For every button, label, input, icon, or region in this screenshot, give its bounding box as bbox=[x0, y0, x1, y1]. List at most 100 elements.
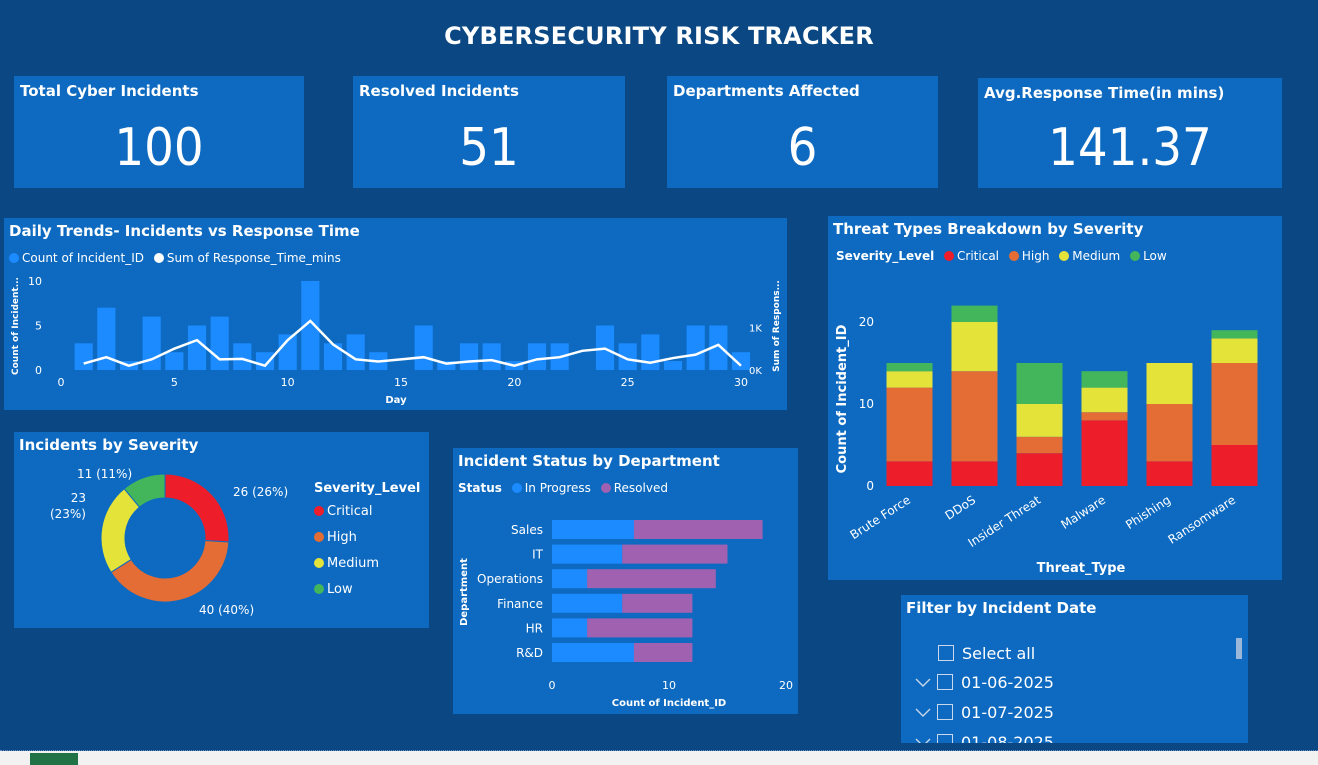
bar-segment bbox=[1146, 363, 1193, 404]
legend-swatch bbox=[314, 532, 324, 542]
slicer-scrollbar[interactable] bbox=[1236, 638, 1242, 659]
slicer-item-select-all[interactable]: Select all bbox=[938, 644, 1035, 664]
bar-segment bbox=[622, 593, 693, 613]
bar-segment bbox=[1211, 338, 1258, 363]
x-tick-label: DDoS bbox=[942, 493, 978, 523]
daily-trends-chart[interactable]: Daily Trends- Incidents vs Response Time… bbox=[4, 218, 787, 410]
y-tick-label: 5 bbox=[35, 320, 42, 333]
bar-segment bbox=[622, 544, 728, 564]
x-tick-label: 0 bbox=[549, 679, 556, 692]
legend-label: Medium bbox=[327, 556, 379, 571]
bar-segment bbox=[552, 618, 588, 638]
legend-item[interactable]: High bbox=[314, 525, 420, 551]
checkbox[interactable] bbox=[937, 674, 953, 690]
checkbox[interactable] bbox=[937, 734, 953, 743]
y-axis-title: Count of Incident_ID bbox=[835, 324, 850, 473]
x-axis-title: Threat_Type bbox=[1037, 561, 1126, 576]
incident-date-slicer[interactable]: Filter by Incident Date Select all 01-06… bbox=[901, 595, 1248, 743]
bar-segment bbox=[1016, 436, 1063, 454]
bar-segment bbox=[1146, 404, 1193, 462]
bar-segment bbox=[1016, 363, 1063, 404]
daily-trends-plot: 0 5 10 15 20 25 30 0 5 10 0K 1K Day Count of Incident… bbox=[11, 275, 782, 406]
legend-swatch bbox=[314, 506, 324, 516]
data-label: 26 (26%) bbox=[233, 485, 288, 499]
bar-segment bbox=[587, 569, 716, 589]
kpi-label: Departments Affected bbox=[673, 82, 860, 100]
bar-segment bbox=[1146, 461, 1193, 486]
checkbox[interactable] bbox=[937, 704, 953, 720]
y-tick-label: Finance bbox=[497, 597, 543, 611]
chevron-down-icon[interactable] bbox=[915, 703, 931, 722]
bar-segment bbox=[587, 618, 693, 638]
kpi-value: 141.37 bbox=[1048, 118, 1212, 178]
kpi-card-resolved-incidents[interactable]: Resolved Incidents 51 bbox=[353, 76, 625, 188]
data-label: 23 bbox=[71, 491, 86, 505]
x-tick-label: Phishing bbox=[1123, 493, 1173, 532]
slicer-item-date[interactable]: 01-08-2025 bbox=[915, 733, 1054, 743]
y-tick-label: IT bbox=[532, 548, 544, 562]
bar-segment bbox=[552, 643, 634, 662]
bar bbox=[346, 334, 365, 370]
y-tick-label: Operations bbox=[477, 572, 543, 586]
legend-item[interactable]: Critical bbox=[314, 499, 420, 525]
status-by-department-plot: Sales IT Operations Finance HR R&D 0 10 20 Count … bbox=[459, 520, 793, 709]
bar bbox=[459, 343, 479, 370]
kpi-value: 100 bbox=[114, 118, 204, 178]
y-tick-label: 10 bbox=[28, 275, 42, 288]
bar-segment bbox=[1211, 330, 1258, 339]
bar-segment bbox=[1081, 387, 1128, 413]
slicer-item-date[interactable]: 01-07-2025 bbox=[915, 703, 1054, 723]
threat-types-plot: Brute Force DDoSInsider Threat Malware Phis… bbox=[835, 305, 1258, 576]
checkbox[interactable] bbox=[938, 645, 954, 661]
bar bbox=[187, 325, 207, 370]
x-tick-label: 25 bbox=[621, 376, 635, 389]
kpi-label: Avg.Response Time(in mins) bbox=[984, 84, 1225, 102]
bar-segment bbox=[1211, 445, 1258, 486]
kpi-card-total-incidents[interactable]: Total Cyber Incidents 100 bbox=[14, 76, 304, 188]
y2-tick-label: 0K bbox=[749, 366, 762, 377]
page-title: CYBERSECURITY RISK TRACKER bbox=[444, 22, 874, 50]
y-tick-label: Sales bbox=[511, 523, 543, 537]
x-tick-label: 10 bbox=[662, 679, 676, 692]
bar bbox=[527, 343, 547, 370]
bar bbox=[255, 352, 275, 370]
active-page-tab[interactable] bbox=[30, 753, 78, 765]
legend-label: Critical bbox=[327, 504, 373, 519]
y-tick-label: 0 bbox=[866, 479, 874, 493]
bar-segment bbox=[633, 520, 763, 539]
donut-slice bbox=[100, 487, 141, 573]
legend-label: Low bbox=[327, 582, 353, 597]
y-tick-label: HR bbox=[526, 621, 543, 635]
x-tick-label: 0 bbox=[58, 376, 65, 389]
bar-segment bbox=[951, 371, 998, 462]
report-canvas: CYBERSECURITY RISK TRACKER Total Cyber I… bbox=[0, 0, 1318, 751]
x-tick-label: Ransomware bbox=[1165, 493, 1238, 547]
legend-item[interactable]: Low bbox=[314, 577, 420, 603]
y-tick-label: 20 bbox=[859, 315, 874, 329]
chevron-down-icon[interactable] bbox=[915, 733, 931, 743]
slicer-title: Filter by Incident Date bbox=[906, 599, 1097, 617]
y-tick-label: 0 bbox=[35, 364, 42, 377]
slicer-item-label: Select all bbox=[962, 644, 1036, 663]
y-axis-title: Count of Incident... bbox=[11, 277, 21, 375]
legend-swatch bbox=[314, 584, 324, 594]
chevron-down-icon[interactable] bbox=[915, 673, 931, 692]
bar bbox=[74, 343, 93, 370]
bar bbox=[663, 361, 683, 370]
x-tick-label: 30 bbox=[734, 376, 748, 389]
x-tick-label: 20 bbox=[507, 376, 521, 389]
x-tick-label: 5 bbox=[171, 376, 178, 389]
x-tick-label: Brute Force bbox=[848, 493, 914, 542]
threat-types-chart[interactable]: Threat Types Breakdown by Severity Sever… bbox=[828, 216, 1282, 580]
kpi-card-departments-affected[interactable]: Departments Affected 6 bbox=[667, 76, 938, 188]
bar-segment bbox=[552, 569, 588, 589]
slicer-item-label: 01-07-2025 bbox=[961, 703, 1054, 722]
legend-title: Severity_Level bbox=[314, 481, 421, 496]
slicer-item-date[interactable]: 01-06-2025 bbox=[915, 673, 1054, 693]
status-by-department-chart[interactable]: Incident Status by Department Status In … bbox=[453, 448, 798, 714]
x-axis-title: Count of Incident_ID bbox=[612, 698, 726, 709]
kpi-card-avg-response-time[interactable]: Avg.Response Time(in mins) 141.37 bbox=[978, 78, 1282, 188]
severity-donut-chart[interactable]: Incidents by Severity 26 (26%) 40 (40%) 23… bbox=[14, 432, 429, 628]
legend-item[interactable]: Medium bbox=[314, 551, 420, 577]
donut-slice bbox=[164, 473, 230, 543]
